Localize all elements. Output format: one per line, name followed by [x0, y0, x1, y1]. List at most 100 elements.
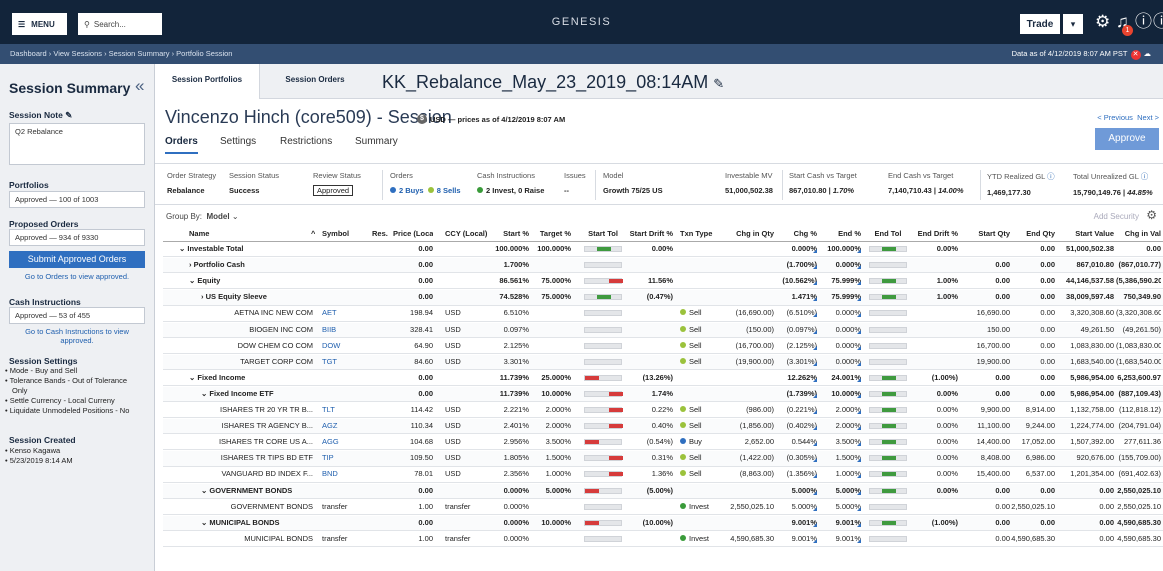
submit-approved-orders-button[interactable]: Submit Approved Orders: [9, 251, 145, 268]
tab-orders[interactable]: Orders: [165, 136, 198, 154]
edit-corner-icon[interactable]: [857, 426, 861, 431]
edit-corner-icon[interactable]: [813, 377, 817, 382]
edit-corner-icon[interactable]: [813, 345, 817, 350]
gear-icon[interactable]: ⚙: [1095, 12, 1110, 32]
cell-symbol[interactable]: DOW: [322, 341, 360, 350]
edit-corner-icon[interactable]: [813, 329, 817, 334]
edit-corner-icon[interactable]: [857, 474, 861, 479]
col-end-qty[interactable]: End Qty: [1010, 229, 1055, 238]
table-row[interactable]: VANGUARD BD INDEX F... BND 78.01 USD 2.356% 1…: [163, 467, 1163, 483]
model-link[interactable]: Growth 75/25 US: [603, 186, 663, 195]
col-res[interactable]: Res.: [372, 229, 392, 238]
edit-corner-icon[interactable]: [813, 442, 817, 447]
col-price[interactable]: Price (Local): [393, 229, 433, 238]
next-link[interactable]: Next >: [1137, 113, 1159, 122]
col-start-value[interactable]: Start Value: [1056, 229, 1114, 238]
edit-corner-icon[interactable]: [813, 410, 817, 414]
cell-symbol[interactable]: BND: [322, 469, 360, 478]
approve-button[interactable]: Approve: [1095, 128, 1159, 150]
previous-link[interactable]: < Previous: [1097, 113, 1133, 122]
group-by-select[interactable]: Group By: Model ⌄: [166, 212, 239, 221]
table-row[interactable]: ⌄ Equity 0.00 86.561% 75.000% 11.56% (10.562%…: [163, 274, 1163, 290]
table-row[interactable]: ⌄ Investable Total 0.00 100.000% 100.000% 0.…: [163, 242, 1163, 258]
cell-symbol[interactable]: TIP: [322, 453, 360, 462]
table-row[interactable]: TARGET CORP COM TGT 84.60 USD 3.301% Sell (19,…: [163, 354, 1163, 370]
sells-link[interactable]: 8 Sells: [427, 186, 461, 195]
edit-corner-icon[interactable]: [813, 474, 817, 479]
col-end-pct[interactable]: End %: [819, 229, 861, 238]
edit-corner-icon[interactable]: [857, 377, 861, 382]
help-icon[interactable]: ⓘ: [1135, 12, 1152, 32]
edit-corner-icon[interactable]: [857, 538, 861, 543]
edit-corner-icon[interactable]: [813, 522, 817, 527]
table-row[interactable]: ISHARES TR AGENCY B... AGZ 110.34 USD 2.401%…: [163, 419, 1163, 435]
table-row[interactable]: › Portfolio Cash 0.00 1.700% (1.700%) 0.000%…: [163, 258, 1163, 274]
pencil-icon[interactable]: ✎: [65, 110, 72, 120]
close-icon[interactable]: ✕: [1130, 50, 1141, 60]
edit-corner-icon[interactable]: [857, 410, 861, 414]
col-end-tol[interactable]: End Tol: [868, 229, 908, 238]
col-chg-val[interactable]: Chg in Val: [1116, 229, 1161, 238]
edit-corner-icon[interactable]: [813, 538, 817, 543]
col-ccy[interactable]: CCY (Local): [445, 229, 495, 238]
col-target-pct[interactable]: Target %: [533, 229, 571, 238]
edit-corner-icon[interactable]: [813, 361, 817, 366]
col-start-drift[interactable]: Start Drift %: [628, 229, 673, 238]
edit-corner-icon[interactable]: [813, 313, 817, 318]
table-row[interactable]: ⌄ Fixed Income ETF 0.00 11.739% 10.000% 1.74…: [163, 386, 1163, 403]
edit-corner-icon[interactable]: [857, 490, 861, 495]
edit-corner-icon[interactable]: [813, 265, 817, 270]
add-security-button[interactable]: Add Security: [1094, 212, 1139, 221]
cell-symbol[interactable]: TGT: [322, 357, 360, 366]
trade-button[interactable]: Trade: [1020, 14, 1060, 34]
edit-corner-icon[interactable]: [857, 522, 861, 527]
col-chg-qty[interactable]: Chg in Qty: [722, 229, 774, 238]
table-row[interactable]: ⌄ MUNICIPAL BONDS 0.00 0.000% 10.000% (10.00…: [163, 515, 1163, 531]
edit-corner-icon[interactable]: [813, 490, 817, 495]
table-row[interactable]: BIOGEN INC COM BIIB 328.41 USD 0.097% Sell (15…: [163, 322, 1163, 338]
sort-icon[interactable]: ^: [311, 229, 315, 238]
cell-symbol[interactable]: AGZ: [322, 421, 360, 430]
table-settings-gear-icon[interactable]: ⚙: [1146, 208, 1157, 222]
value[interactable]: 2 Invest, 0 Raise: [477, 186, 544, 195]
col-name[interactable]: Name: [189, 229, 313, 238]
edit-corner-icon[interactable]: [857, 458, 861, 463]
cell-symbol[interactable]: BIIB: [322, 325, 360, 334]
cloud-icon[interactable]: ☁: [1144, 49, 1152, 58]
trade-dropdown-chevron-icon[interactable]: ▾: [1063, 14, 1083, 34]
info-icon[interactable]: ⓘ: [1047, 172, 1055, 181]
table-row[interactable]: ⌄ Fixed Income 0.00 11.739% 25.000% (13.26%)…: [163, 370, 1163, 387]
col-chg-pct[interactable]: Chg %: [777, 229, 817, 238]
edit-corner-icon[interactable]: [813, 506, 817, 511]
cell-symbol[interactable]: AET: [322, 308, 360, 317]
col-start-pct[interactable]: Start %: [493, 229, 529, 238]
edit-corner-icon[interactable]: [857, 345, 861, 350]
tab-settings[interactable]: Settings: [220, 136, 256, 147]
edit-corner-icon[interactable]: [857, 506, 861, 511]
table-row[interactable]: ISHARES TR 20 YR TR B... TLT 114.42 USD 2.22…: [163, 403, 1163, 419]
table-row[interactable]: MUNICIPAL BONDS transfer 1.00 transfer 0.000…: [163, 531, 1163, 548]
session-note-field[interactable]: Q2 Rebalance: [9, 123, 145, 165]
table-row[interactable]: DOW CHEM CO COM DOW 64.90 USD 2.125% Sell (16,…: [163, 338, 1163, 354]
tab-session-orders[interactable]: Session Orders: [270, 64, 360, 99]
edit-corner-icon[interactable]: [857, 361, 861, 366]
table-row[interactable]: › US Equity Sleeve 0.00 74.528% 75.000% (0.4…: [163, 290, 1163, 306]
collapse-icon[interactable]: «: [135, 76, 144, 96]
pencil-icon[interactable]: ✎: [713, 76, 724, 91]
col-end-drift[interactable]: End Drift %: [913, 229, 958, 238]
tab-summary[interactable]: Summary: [355, 136, 398, 147]
cell-symbol[interactable]: AGG: [322, 437, 360, 446]
edit-corner-icon[interactable]: [857, 249, 861, 253]
edit-corner-icon[interactable]: [857, 329, 861, 334]
table-row[interactable]: GOVERNMENT BONDS transfer 1.00 transfer 0.00…: [163, 499, 1163, 515]
edit-corner-icon[interactable]: [857, 393, 861, 398]
edit-corner-icon[interactable]: [857, 265, 861, 270]
edit-corner-icon[interactable]: [857, 442, 861, 447]
edit-corner-icon[interactable]: [813, 393, 817, 398]
table-row[interactable]: ⌄ GOVERNMENT BONDS 0.00 0.000% 5.000% (5.00%…: [163, 483, 1163, 499]
breadcrumb[interactable]: Dashboard › View Sessions › Session Summ…: [10, 49, 232, 58]
cash-instructions-link[interactable]: Go to Cash Instructions to view approved…: [9, 327, 145, 345]
buys-link[interactable]: 2 Buys: [390, 186, 424, 195]
info-icon[interactable]: ⓘ: [1153, 12, 1163, 32]
edit-corner-icon[interactable]: [813, 249, 817, 253]
